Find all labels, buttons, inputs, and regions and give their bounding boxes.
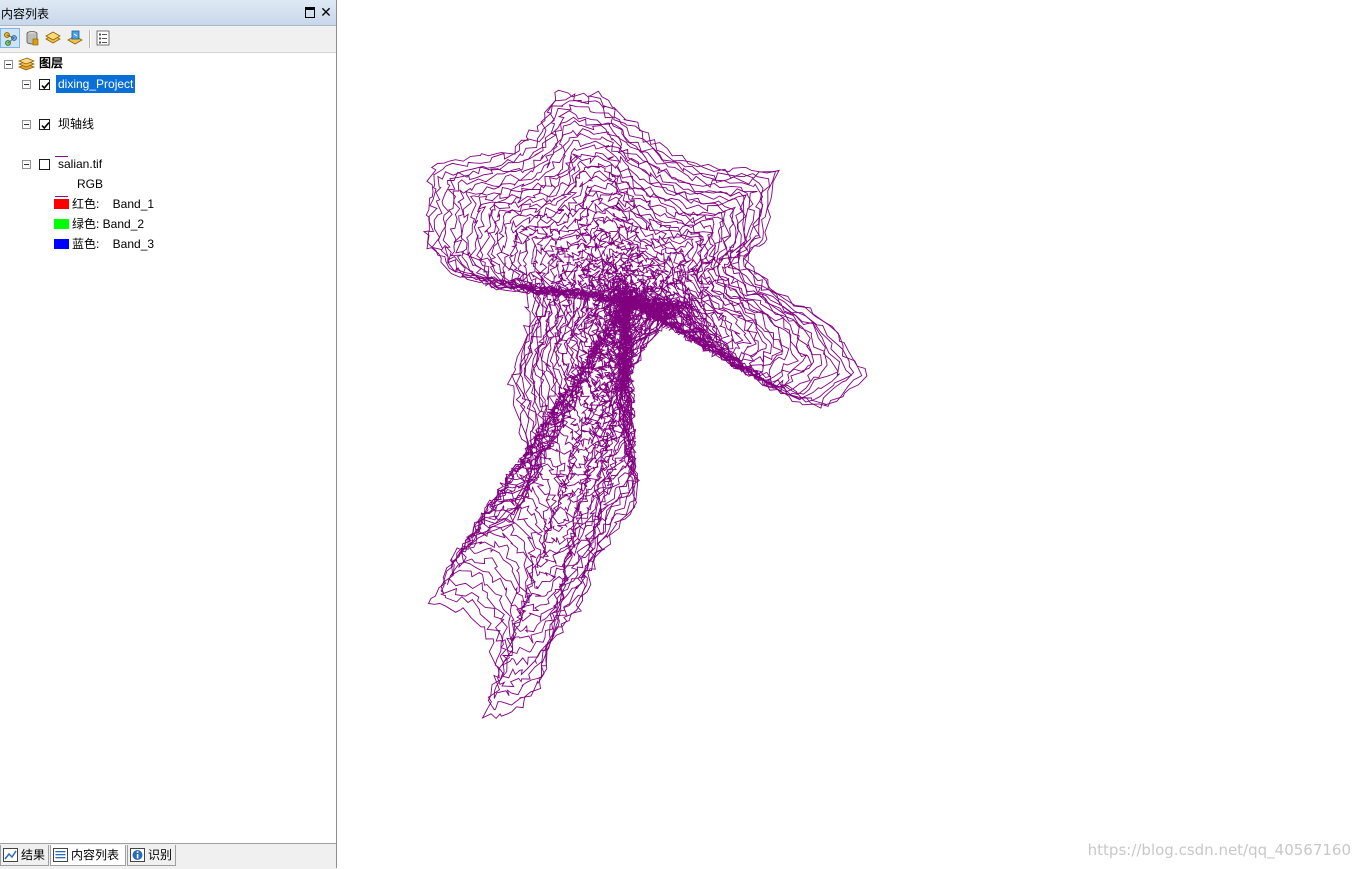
list-by-source-button[interactable] [22, 28, 42, 48]
watermark-text: https://blog.csdn.net/qq_40567160 [1087, 841, 1351, 859]
list-by-selection-button[interactable] [65, 28, 85, 48]
layer-name[interactable]: salian.tif [56, 155, 104, 173]
raster-mode-label: RGB [77, 177, 104, 191]
tab-label: 识别 [148, 848, 173, 862]
layer-visibility-checkbox[interactable] [39, 119, 50, 130]
maximize-icon [305, 6, 315, 18]
collapse-toggle-layer[interactable] [22, 160, 31, 169]
layer-visibility-checkbox[interactable] [39, 79, 50, 90]
options-icon [96, 30, 110, 46]
root-layer-label: 图层 [39, 56, 64, 70]
collapse-toggle-layer[interactable] [22, 120, 31, 129]
table-of-contents-panel: 内容列表 ✕ 图层 dixing_Project 坝轴线 salian.tif … [0, 0, 337, 869]
contour-map [422, 89, 868, 720]
list-by-visibility-button[interactable] [43, 28, 63, 48]
band-label: 蓝色: Band_3 [72, 237, 155, 251]
panel-titlebar[interactable]: 内容列表 ✕ [0, 0, 336, 26]
layer-visibility-checkbox[interactable] [39, 159, 50, 170]
checkmark-icon [41, 121, 50, 130]
line-symbol [55, 196, 68, 197]
layers-visibility-icon [45, 31, 61, 44]
layer-tree: 图层 dixing_Project 坝轴线 salian.tif RGB 红色:… [0, 53, 336, 843]
results-icon [3, 848, 18, 862]
map-view[interactable]: https://blog.csdn.net/qq_40567160 [337, 0, 1359, 868]
green-band-swatch [54, 219, 69, 229]
identify-icon [130, 848, 145, 862]
panel-tabs: 结果 内容列表 识别 [0, 843, 336, 869]
panel-title: 内容列表 [1, 7, 50, 21]
close-icon: ✕ [320, 4, 332, 20]
tab-identify[interactable]: 识别 [127, 845, 176, 866]
maximize-button[interactable] [303, 5, 317, 19]
band-label: 绿色: Band_2 [72, 217, 145, 231]
database-icon [26, 31, 39, 46]
layers-folder-icon [18, 57, 35, 71]
contour-lines [422, 89, 868, 720]
close-button[interactable]: ✕ [319, 5, 333, 19]
red-band-swatch [54, 199, 69, 209]
list-by-drawing-order-button[interactable] [0, 28, 20, 48]
tab-label: 内容列表 [71, 848, 120, 862]
checkmark-icon [41, 81, 50, 90]
toc-icon [53, 848, 68, 862]
tab-label: 结果 [21, 848, 46, 862]
options-button[interactable] [93, 28, 113, 48]
layer-name[interactable]: 坝轴线 [56, 115, 96, 133]
blue-band-swatch [54, 239, 69, 249]
layers-selection-icon [67, 30, 83, 45]
toc-toolbar [0, 26, 336, 53]
collapse-toggle-root[interactable] [4, 60, 13, 69]
toolbar-separator [89, 30, 91, 48]
tab-table-of-contents[interactable]: 内容列表 [50, 845, 126, 866]
list-by-drawing-order-icon [4, 32, 17, 46]
layer-name[interactable]: dixing_Project [56, 75, 136, 93]
band-label: 红色: Band_1 [72, 197, 155, 211]
contour-line [616, 289, 638, 315]
tab-results[interactable]: 结果 [0, 845, 49, 866]
collapse-toggle-layer[interactable] [22, 80, 31, 89]
contour-line [442, 110, 841, 679]
